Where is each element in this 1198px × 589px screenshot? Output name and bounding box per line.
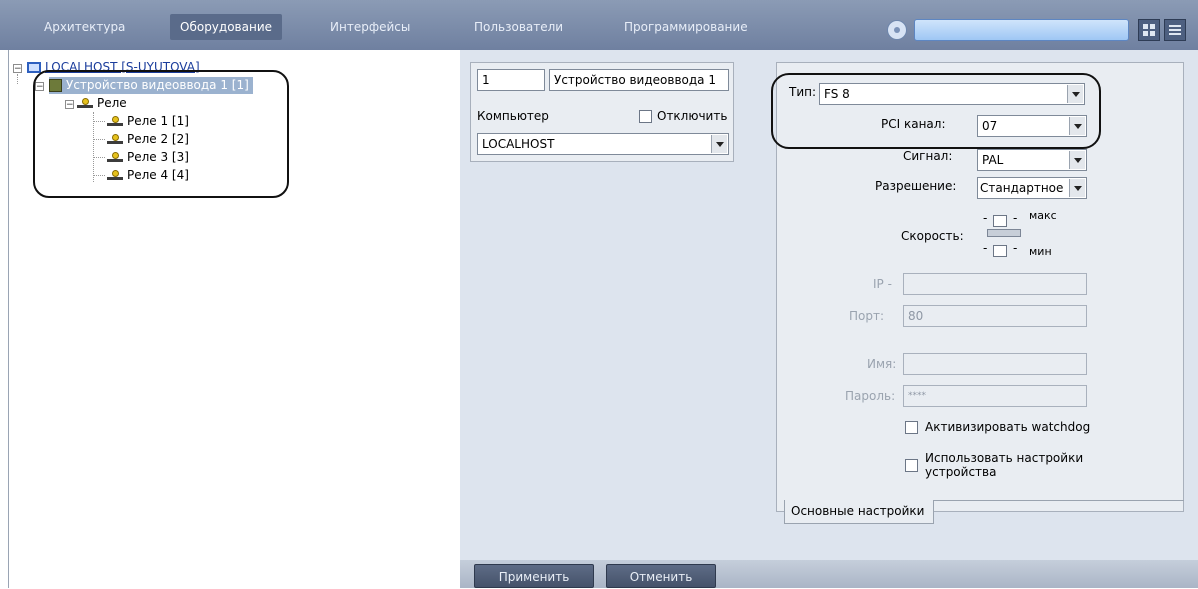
speed-max-box — [993, 215, 1007, 227]
speed-slider-dash: - — [1013, 241, 1018, 255]
chevron-down-icon[interactable] — [1069, 179, 1085, 197]
watchdog-checkbox[interactable] — [905, 421, 918, 434]
tab-architecture[interactable]: Архитектура — [34, 14, 135, 40]
tree-highlight-annotation — [33, 70, 289, 198]
speed-max-label: макс — [1029, 209, 1057, 222]
signal-select[interactable]: PAL — [977, 149, 1087, 171]
name-label: Имя: — [867, 357, 897, 371]
speed-slider-dash: - — [1013, 211, 1018, 225]
computer-select[interactable]: LOCALHOST — [477, 133, 729, 155]
disable-label: Отключить — [657, 109, 728, 123]
chevron-down-icon[interactable] — [1069, 151, 1085, 169]
password-label: Пароль: — [845, 389, 896, 403]
speed-min-box — [993, 245, 1007, 257]
port-label: Порт: — [849, 309, 885, 323]
speed-label: Скорость: — [901, 229, 964, 243]
menu-button[interactable] — [1164, 19, 1186, 41]
speed-min-label: мин — [1029, 245, 1052, 258]
disable-checkbox[interactable] — [639, 110, 652, 123]
tab-main-settings[interactable]: Основные настройки — [784, 500, 934, 524]
settings-gear-icon[interactable] — [887, 20, 907, 40]
tree-connector — [17, 74, 18, 84]
search-input[interactable] — [914, 19, 1129, 41]
ip-input[interactable] — [903, 273, 1087, 295]
port-input[interactable]: 80 — [903, 305, 1087, 327]
computer-label: Компьютер — [477, 109, 549, 123]
type-pci-highlight-annotation — [771, 73, 1101, 149]
ip-label: IP - — [873, 277, 892, 291]
tab-interfaces[interactable]: Интерфейсы — [320, 14, 420, 40]
apply-button[interactable]: Применить — [474, 564, 594, 588]
grid-icon — [1143, 24, 1155, 36]
hardware-tree-panel: − LOCALHOST [S-UYUTOVA] − Устройство вид… — [8, 50, 460, 588]
resolution-select-value: Стандартное — [980, 181, 1064, 195]
speed-slider-dash: - — [983, 211, 988, 225]
main-settings-group: Тип: FS 8 PCI канал: 07 Сигнал: PAL Разр… — [771, 62, 1184, 512]
use-device-settings-checkbox[interactable] — [905, 459, 918, 472]
device-identity-group: 1 Устройство видеоввода 1 Компьютер Откл… — [470, 62, 734, 162]
tab-equipment[interactable]: Оборудование — [170, 14, 282, 40]
menu-icon — [1169, 25, 1181, 27]
use-device-settings-line2: устройства — [925, 465, 997, 479]
signal-label: Сигнал: — [903, 149, 953, 163]
device-name-field[interactable]: Устройство видеоввода 1 — [549, 69, 729, 91]
use-device-settings-label: Использовать настройки устройства — [925, 451, 1083, 479]
chevron-down-icon[interactable] — [711, 135, 727, 153]
tab-users[interactable]: Пользователи — [464, 14, 573, 40]
watchdog-label: Активизировать watchdog — [925, 420, 1091, 434]
use-device-settings-line1: Использовать настройки — [925, 451, 1084, 465]
cancel-button[interactable]: Отменить — [606, 564, 716, 588]
name-input[interactable] — [903, 353, 1087, 375]
password-input[interactable]: **** — [903, 385, 1087, 407]
signal-select-value: PAL — [982, 153, 1004, 167]
collapse-root-toggle[interactable]: − — [13, 64, 22, 74]
computer-icon — [27, 62, 41, 73]
grid-view-button[interactable] — [1138, 19, 1160, 41]
resolution-label: Разрешение: — [875, 179, 957, 193]
device-id-field[interactable]: 1 — [477, 69, 545, 91]
resolution-select[interactable]: Стандартное — [977, 177, 1087, 199]
tab-strip-line — [934, 500, 1184, 501]
tab-programming[interactable]: Программирование — [614, 14, 758, 40]
speed-slider-dash: - — [983, 241, 988, 255]
computer-select-value: LOCALHOST — [482, 137, 555, 151]
speed-slider-thumb[interactable] — [987, 229, 1021, 237]
